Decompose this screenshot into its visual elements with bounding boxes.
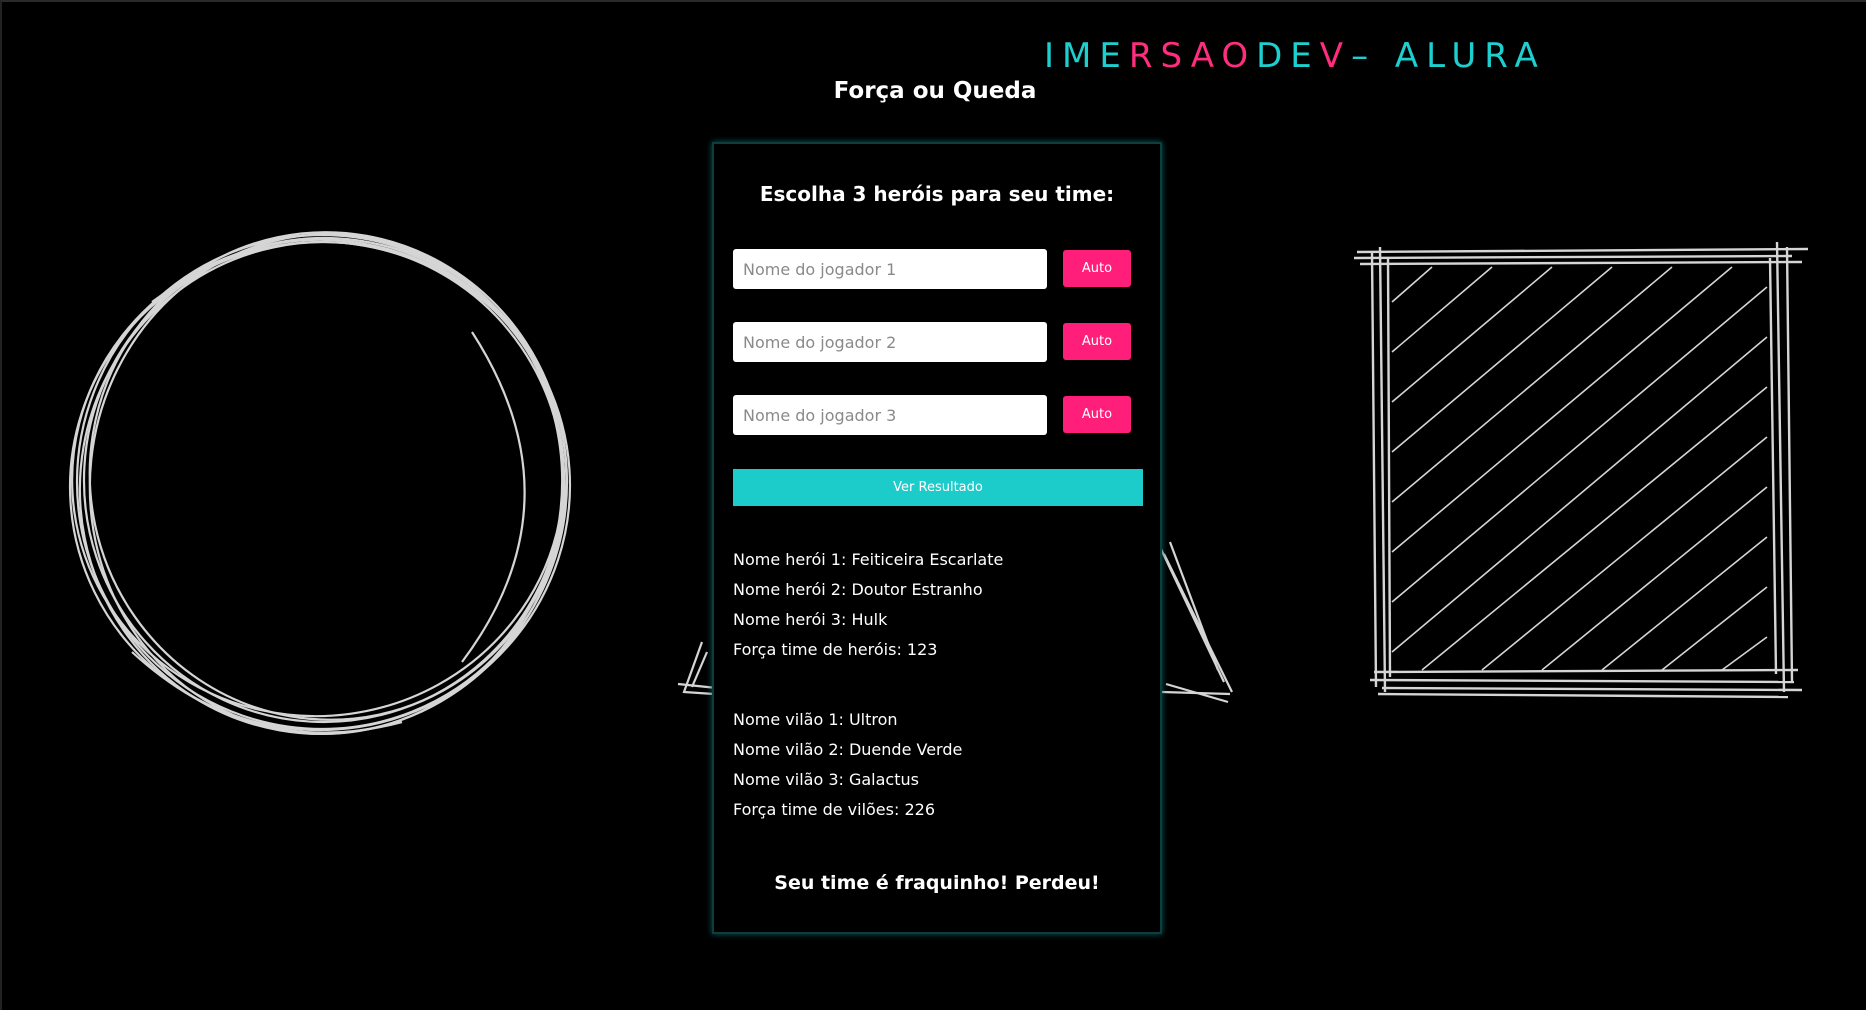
- player-2-auto-button[interactable]: Auto: [1063, 323, 1131, 360]
- player-2-name-input[interactable]: [733, 322, 1047, 362]
- player-3-auto-button[interactable]: Auto: [1063, 396, 1131, 433]
- villains-summary: Nome vilão 1: Ultron Nome vilão 2: Duend…: [733, 705, 962, 825]
- app-stage: IME RSAO DE V – ALURA Força ou Queda Escol…: [0, 0, 1866, 1010]
- player-1-name-input[interactable]: [733, 249, 1047, 289]
- hero-3-line: Nome herói 3: Hulk: [733, 610, 888, 629]
- player-3-name-input[interactable]: [733, 395, 1047, 435]
- team-builder-card: Escolha 3 heróis para seu time: Auto Aut…: [712, 142, 1162, 934]
- hero-2-line: Nome herói 2: Doutor Estranho: [733, 580, 983, 599]
- brand-logo: IME RSAO DE V – ALURA: [1044, 32, 1538, 80]
- view-result-button[interactable]: Ver Resultado: [733, 469, 1143, 506]
- villain-1-line: Nome vilão 1: Ultron: [733, 710, 898, 729]
- player-1-auto-button[interactable]: Auto: [1063, 250, 1131, 287]
- logo-text-5: – ALURA: [1351, 36, 1546, 76]
- result-verdict: Seu time é fraquinho! Perdeu!: [774, 872, 1100, 894]
- sketch-square-icon: [1353, 241, 1809, 699]
- logo-text-1: IME: [1044, 36, 1129, 76]
- hero-1-line: Nome herói 1: Feiticeira Escarlate: [733, 550, 1004, 569]
- logo-text-4: V: [1319, 36, 1352, 76]
- heroes-summary: Nome herói 1: Feiticeira Escarlate Nome …: [733, 545, 1003, 665]
- sketch-circle-icon: [68, 231, 572, 735]
- villain-3-line: Nome vilão 3: Galactus: [733, 770, 919, 789]
- logo-text-3: DE: [1256, 36, 1320, 76]
- heroes-strength-line: Força time de heróis: 123: [733, 640, 938, 659]
- page-title: Força ou Queda: [833, 78, 1037, 104]
- villains-strength-line: Força time de vilões: 226: [733, 800, 935, 819]
- card-title: Escolha 3 heróis para seu time:: [759, 182, 1115, 206]
- villain-2-line: Nome vilão 2: Duende Verde: [733, 740, 963, 759]
- logo-text-2: RSAO: [1128, 36, 1257, 76]
